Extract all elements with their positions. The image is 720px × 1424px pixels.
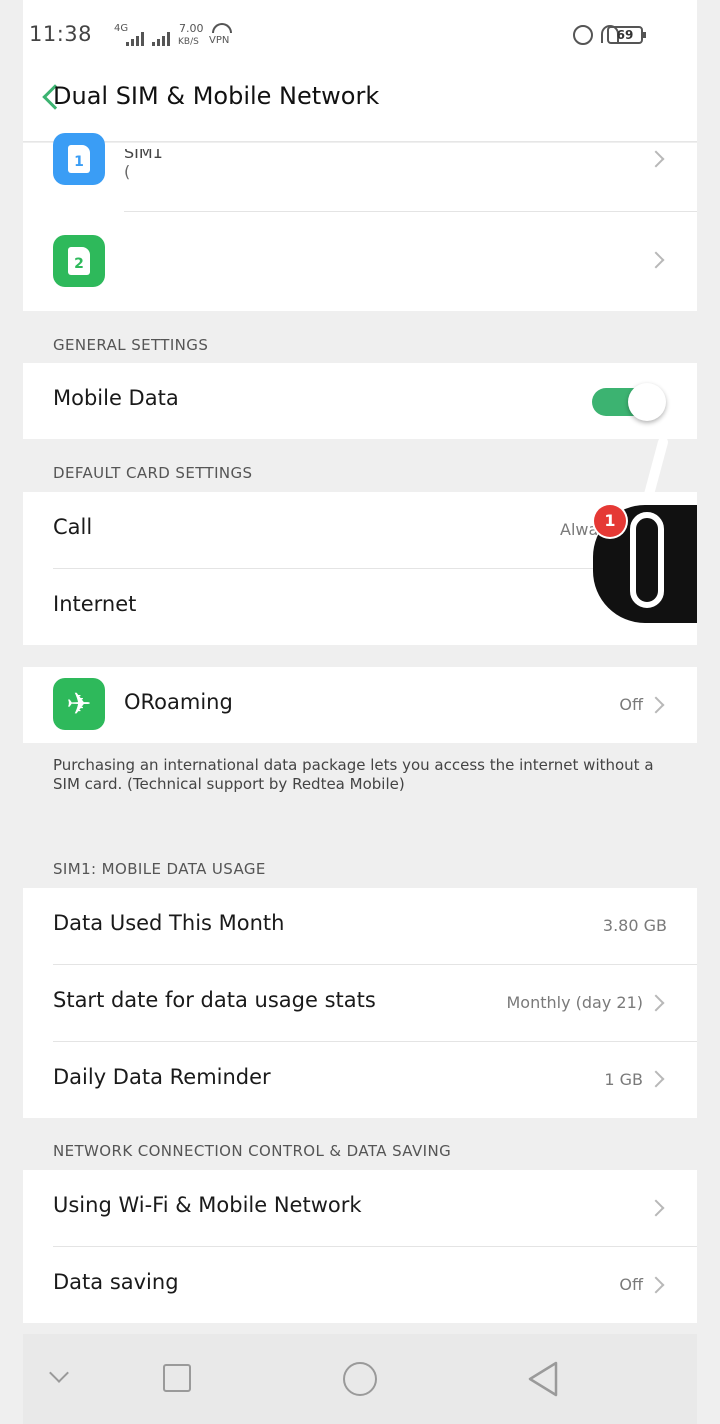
rotation-lock-icon	[573, 25, 593, 45]
section-label-default-card: DEFAULT CARD SETTINGS	[53, 464, 253, 482]
signal-strength-icon	[126, 32, 144, 46]
signal-strength-2-icon	[152, 32, 170, 46]
sim2-icon: 2	[53, 235, 105, 287]
sim1-icon: 1	[53, 133, 105, 185]
start-date-value: Monthly (day 21)	[506, 993, 643, 1012]
data-saving-value: Off	[619, 1275, 643, 1294]
battery-tip	[643, 32, 646, 38]
daily-reminder-label: Daily Data Reminder	[53, 1065, 271, 1089]
toggle-knob	[628, 383, 666, 421]
page-title: Dual SIM & Mobile Network	[53, 82, 380, 110]
section-label-general: GENERAL SETTINGS	[53, 336, 209, 354]
daily-reminder-value: 1 GB	[604, 1070, 643, 1089]
start-date-label: Start date for data usage stats	[53, 988, 376, 1012]
section-label-network-control: NETWORK CONNECTION CONTROL & DATA SAVING	[53, 1142, 452, 1160]
network-speed-unit: KB/S	[178, 37, 199, 47]
wifi-mobile-label: Using Wi-Fi & Mobile Network	[53, 1193, 362, 1217]
call-label: Call	[53, 515, 93, 539]
sim1-subtitle: (	[124, 162, 131, 181]
figure-icon	[630, 512, 664, 608]
internet-label: Internet	[53, 592, 137, 616]
data-used-value: 3.80 GB	[602, 916, 667, 935]
section-label-data-usage: SIM1: MOBILE DATA USAGE	[53, 860, 266, 878]
airplane-icon: ✈	[53, 678, 105, 730]
oroaming-value: Off	[619, 695, 643, 714]
notification-badge: 1	[594, 505, 626, 537]
square-recent-icon[interactable]	[163, 1364, 191, 1392]
battery-icon: 69	[607, 26, 643, 44]
sim1-row[interactable]	[53, 135, 693, 211]
network-speed-value: 7.00	[179, 22, 204, 35]
data-used-label: Data Used This Month	[53, 911, 285, 935]
status-time: 11:38	[29, 22, 93, 46]
triangle-back-icon[interactable]	[526, 1360, 560, 1398]
vpn-label: VPN	[209, 35, 230, 46]
oroaming-label: ORoaming	[124, 690, 233, 714]
data-saving-label: Data saving	[53, 1270, 179, 1294]
call-value: Alwa	[560, 520, 599, 539]
sim2-row[interactable]	[53, 212, 693, 311]
mobile-data-label: Mobile Data	[53, 386, 179, 410]
oroaming-note: Purchasing an international data package…	[53, 756, 654, 793]
circle-home-icon[interactable]	[343, 1362, 377, 1396]
status-bar	[23, 0, 697, 70]
